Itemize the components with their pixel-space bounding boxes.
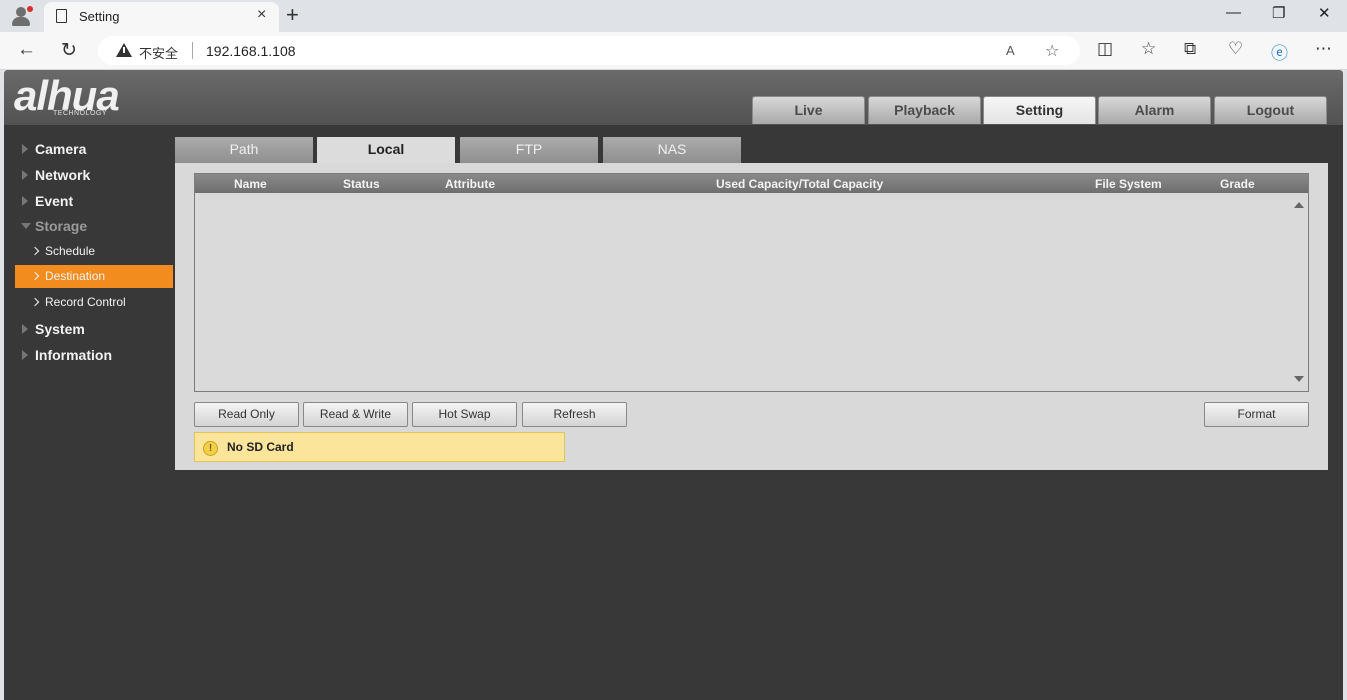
notice-text: No SD Card bbox=[227, 440, 294, 454]
url-text[interactable]: 192.168.1.108 bbox=[206, 43, 296, 59]
tab-local[interactable]: Local bbox=[317, 137, 455, 163]
warning-icon: ! bbox=[203, 441, 218, 456]
column-header-grade: Grade bbox=[1220, 177, 1255, 191]
expand-arrow-icon bbox=[22, 170, 28, 180]
sidebar-item-schedule[interactable]: Schedule bbox=[15, 240, 173, 263]
column-header-capacity: Used Capacity/Total Capacity bbox=[716, 177, 884, 191]
hot-swap-button[interactable]: Hot Swap bbox=[412, 402, 517, 427]
column-header-name: Name bbox=[234, 177, 267, 191]
read-only-button[interactable]: Read Only bbox=[194, 402, 299, 427]
web-app: alhua TECHNOLOGY Live Playback Setting A… bbox=[4, 70, 1343, 700]
favorites-icon[interactable]: ☆ bbox=[1141, 39, 1156, 59]
page-icon bbox=[56, 9, 67, 23]
app-header: alhua TECHNOLOGY Live Playback Setting A… bbox=[4, 70, 1343, 125]
sidebar-item-label: Information bbox=[35, 347, 112, 363]
browser-tab-title: Setting bbox=[79, 9, 120, 24]
sidebar-item-storage[interactable]: Storage bbox=[21, 218, 88, 234]
sidebar-item-event[interactable]: Event bbox=[22, 193, 74, 209]
performance-icon[interactable]: ♡ bbox=[1228, 39, 1243, 59]
profile-icon[interactable] bbox=[10, 6, 33, 26]
expand-arrow-icon bbox=[22, 196, 28, 206]
sidebar-item-label: Storage bbox=[35, 218, 88, 234]
expand-arrow-icon bbox=[22, 324, 28, 334]
scroll-up-icon[interactable] bbox=[1294, 202, 1304, 208]
tab-path[interactable]: Path bbox=[175, 137, 313, 163]
tab-playback[interactable]: Playback bbox=[868, 96, 981, 124]
column-header-status: Status bbox=[343, 177, 380, 191]
column-header-file-system: File System bbox=[1095, 177, 1162, 191]
sidebar: Camera Network Event Storage Schedule De… bbox=[4, 125, 176, 700]
chevron-right-icon bbox=[30, 297, 40, 307]
sidebar-item-network[interactable]: Network bbox=[22, 167, 91, 183]
sidebar-item-system[interactable]: System bbox=[22, 321, 85, 337]
sidebar-item-record-control[interactable]: Record Control bbox=[15, 291, 173, 314]
format-button[interactable]: Format bbox=[1204, 402, 1309, 427]
tab-alarm[interactable]: Alarm bbox=[1098, 96, 1211, 124]
favorite-icon[interactable]: ☆ bbox=[1045, 41, 1059, 61]
sidebar-item-label: Destination bbox=[45, 269, 106, 283]
separator bbox=[192, 42, 193, 59]
security-status[interactable]: 不安全 bbox=[139, 43, 178, 62]
split-screen-icon[interactable]: ◫ bbox=[1097, 39, 1113, 59]
maximize-button[interactable]: ❐ bbox=[1272, 4, 1285, 22]
edge-bar-icon[interactable]: ⓔ bbox=[1271, 39, 1288, 64]
chevron-right-icon bbox=[30, 271, 40, 281]
collections-icon[interactable]: ⧉ bbox=[1184, 39, 1196, 59]
table-header: Name Status Attribute Used Capacity/Tota… bbox=[195, 174, 1308, 193]
expand-arrow-icon bbox=[22, 350, 28, 360]
sidebar-item-destination[interactable]: Destination bbox=[15, 265, 173, 288]
tab-setting[interactable]: Setting bbox=[983, 96, 1096, 124]
storage-table[interactable]: Name Status Attribute Used Capacity/Tota… bbox=[194, 173, 1309, 392]
new-tab-button[interactable]: + bbox=[286, 2, 299, 28]
sidebar-item-label: Event bbox=[35, 193, 74, 209]
address-bar: ← ↻ 不安全 192.168.1.108 A ☆ ◫ ☆ ⧉ ♡ ⓔ ⋯ bbox=[0, 32, 1347, 70]
browser-tab-strip: Setting × + — ❐ ✕ bbox=[0, 0, 1347, 32]
read-aloud-icon[interactable]: A bbox=[1006, 43, 1015, 58]
sidebar-item-label: Schedule bbox=[45, 244, 96, 258]
expand-arrow-icon bbox=[22, 144, 28, 154]
tab-ftp[interactable]: FTP bbox=[460, 137, 598, 163]
tab-logout[interactable]: Logout bbox=[1214, 96, 1327, 124]
window-close-button[interactable]: ✕ bbox=[1318, 4, 1331, 22]
tab-live[interactable]: Live bbox=[752, 96, 865, 124]
tab-close-icon[interactable]: × bbox=[257, 6, 266, 24]
sidebar-item-label: Network bbox=[35, 167, 91, 183]
sidebar-item-camera[interactable]: Camera bbox=[22, 141, 87, 157]
chevron-right-icon bbox=[30, 246, 40, 256]
collapse-arrow-icon bbox=[21, 223, 31, 229]
scroll-down-icon[interactable] bbox=[1294, 376, 1304, 382]
minimize-button[interactable]: — bbox=[1226, 4, 1241, 21]
tab-nas[interactable]: NAS bbox=[603, 137, 741, 163]
read-write-button[interactable]: Read & Write bbox=[303, 402, 408, 427]
back-icon[interactable]: ← bbox=[17, 39, 36, 61]
browser-tab[interactable]: Setting × bbox=[44, 2, 279, 32]
url-field[interactable]: 不安全 192.168.1.108 A ☆ bbox=[98, 36, 1080, 65]
column-header-attribute: Attribute bbox=[445, 177, 495, 191]
sidebar-item-label: System bbox=[35, 321, 85, 337]
refresh-button[interactable]: Refresh bbox=[522, 402, 627, 427]
sidebar-item-label: Camera bbox=[35, 141, 87, 157]
refresh-icon[interactable]: ↻ bbox=[61, 39, 77, 62]
logo-subtitle: TECHNOLOGY bbox=[53, 110, 108, 117]
notice-banner: ! No SD Card bbox=[194, 432, 565, 462]
more-icon[interactable]: ⋯ bbox=[1315, 39, 1332, 59]
sidebar-item-label: Record Control bbox=[45, 295, 126, 309]
local-storage-panel: Name Status Attribute Used Capacity/Tota… bbox=[175, 163, 1328, 470]
sidebar-item-information[interactable]: Information bbox=[22, 347, 112, 363]
content-area: Path Local FTP NAS Name Status Attribute… bbox=[175, 137, 1328, 470]
